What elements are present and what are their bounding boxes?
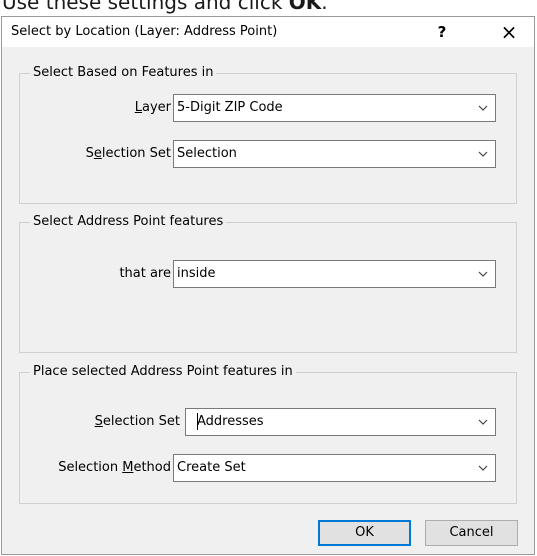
group-select-features-legend: Select Address Point features — [30, 214, 227, 230]
select-by-location-dialog: Select by Location (Layer: Address Point… — [1, 16, 535, 555]
caption-text: Use these settings and click — [2, 0, 289, 14]
group-place-features: Place selected Address Point features in… — [19, 364, 517, 504]
selection-set-dropdown-value: Selection — [177, 146, 237, 161]
group-select-based-on-legend: Select Based on Features in — [30, 65, 217, 81]
help-button[interactable]: ? — [420, 17, 464, 47]
close-button[interactable]: × — [487, 17, 531, 47]
selection-set-dropdown[interactable]: Selection — [173, 140, 496, 168]
relation-dropdown-value: inside — [177, 266, 216, 281]
chevron-down-icon — [478, 419, 488, 425]
dialog-title: Select by Location (Layer: Address Point… — [11, 24, 278, 39]
cancel-button[interactable]: Cancel — [425, 520, 518, 546]
output-selection-set-value: Addresses — [197, 414, 264, 429]
relation-dropdown[interactable]: inside — [173, 260, 496, 288]
that-are-label: that are — [119, 266, 171, 281]
group-select-features: Select Address Point features that are i… — [19, 214, 517, 353]
chevron-down-icon — [478, 465, 488, 471]
output-selection-set-label: Selection Set — [94, 414, 180, 429]
chevron-down-icon — [478, 105, 488, 111]
instruction-caption: Use these settings and click OK. — [0, 0, 537, 16]
caption-emphasis: OK — [288, 0, 322, 14]
output-selection-set-combo[interactable]: Addresses — [185, 408, 496, 436]
ok-button[interactable]: OK — [318, 520, 411, 546]
layer-dropdown[interactable]: 5-Digit ZIP Code — [173, 94, 496, 122]
selection-set-label: Selection Set — [85, 146, 171, 161]
chevron-down-icon — [478, 151, 488, 157]
chevron-down-icon — [478, 271, 488, 277]
group-place-features-legend: Place selected Address Point features in — [30, 364, 296, 380]
layer-dropdown-value: 5-Digit ZIP Code — [177, 100, 283, 115]
selection-method-label: Selection Method — [58, 460, 171, 475]
selection-method-dropdown[interactable]: Create Set — [173, 454, 496, 482]
layer-label: Layer — [134, 100, 171, 115]
title-bar: Select by Location (Layer: Address Point… — [2, 17, 534, 47]
selection-method-value: Create Set — [177, 460, 246, 475]
caption-suffix: . — [321, 0, 328, 14]
group-select-based-on: Select Based on Features in Layer 5-Digi… — [19, 65, 517, 204]
